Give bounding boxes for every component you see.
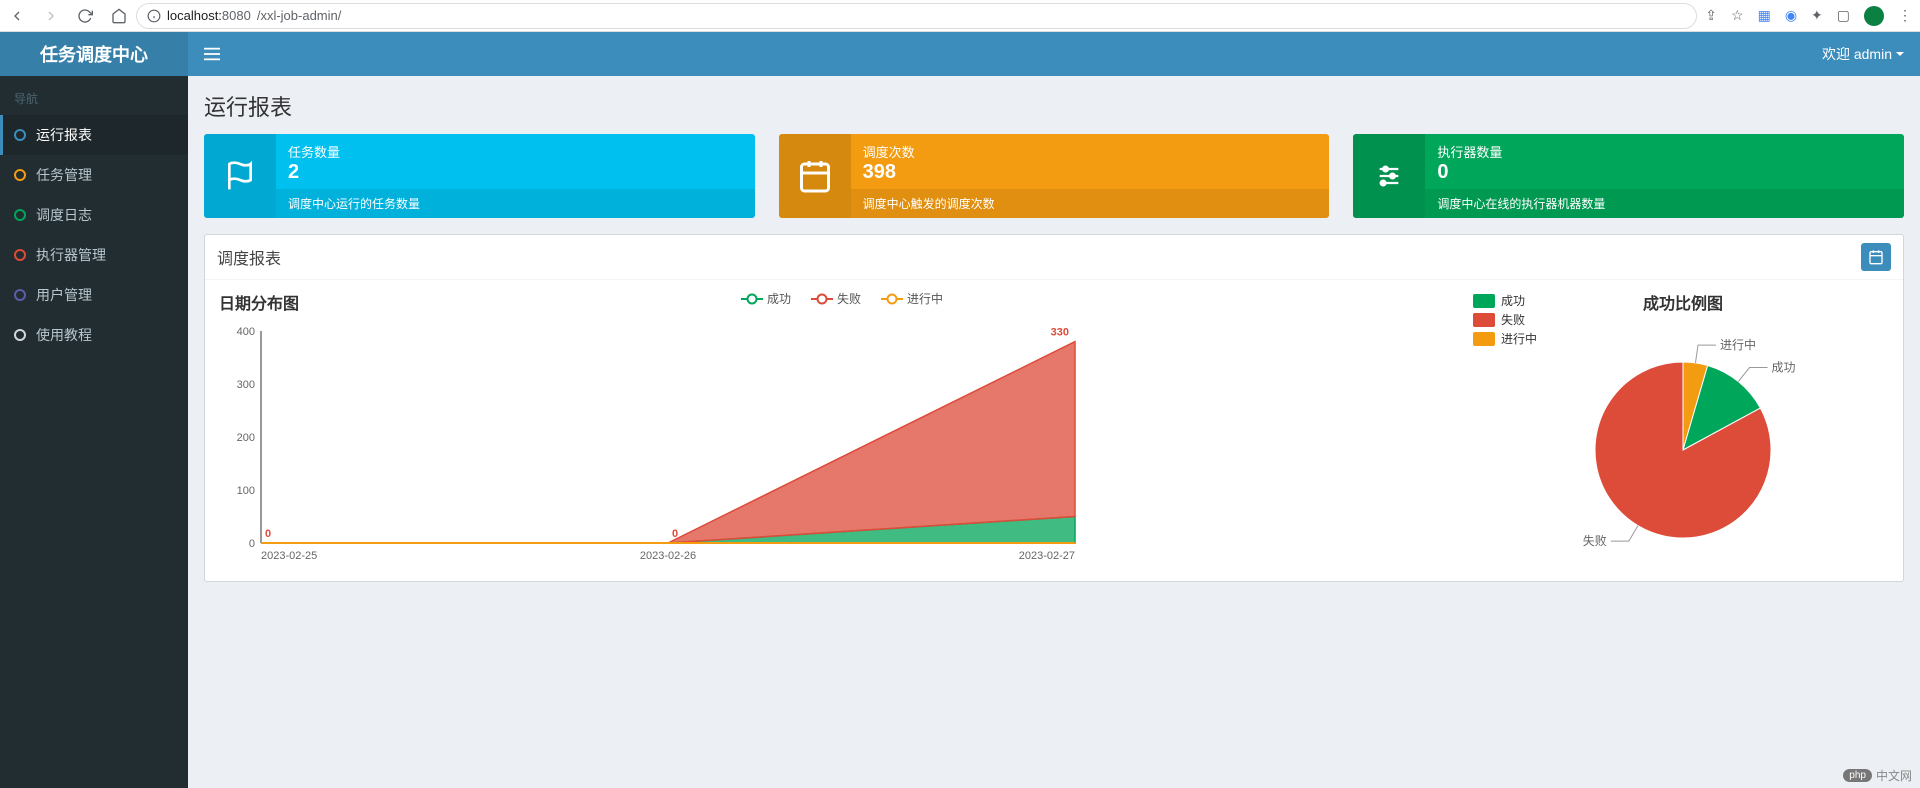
line-chart-title: 日期分布图 (211, 290, 299, 314)
sidebar-item-2[interactable]: 调度日志 (0, 195, 188, 235)
logo[interactable]: 任务调度中心 (0, 32, 188, 76)
pie-legend-fail[interactable]: 失败 (1473, 311, 1537, 328)
sidebar-item-4[interactable]: 用户管理 (0, 275, 188, 315)
info-box-2: 执行器数量 0 调度中心在线的执行器机器数量 (1353, 134, 1904, 218)
share-icon[interactable]: ⇪ (1705, 7, 1717, 24)
date-picker-button[interactable] (1861, 243, 1891, 271)
svg-text:进行中: 进行中 (1720, 337, 1756, 352)
legend-fail[interactable]: .legend-mark:nth-child(2) .legend-line::… (811, 290, 861, 307)
star-icon[interactable]: ☆ (1731, 7, 1744, 24)
url-host: localhost: (167, 8, 222, 23)
pie-legend-running[interactable]: 进行中 (1473, 330, 1537, 347)
info-box-value: 0 (1437, 161, 1892, 183)
svg-text:2023-02-25: 2023-02-25 (261, 550, 317, 562)
url-bar[interactable]: localhost:8080/xxl-job-admin/ (136, 3, 1697, 29)
legend-success[interactable]: .legend-mark:nth-child(1) .legend-line::… (741, 290, 791, 307)
apps-icon[interactable]: ▦ (1758, 7, 1771, 24)
circle-icon (14, 129, 26, 141)
info-box-desc: 调度中心运行的任务数量 (276, 189, 755, 218)
circle-icon (14, 249, 26, 261)
sidebar-toggle-icon[interactable] (204, 47, 220, 61)
kebab-icon[interactable]: ⋮ (1898, 7, 1912, 24)
sidebar-item-label: 使用教程 (36, 325, 92, 345)
browser-nav-icons (8, 7, 128, 25)
home-icon[interactable] (110, 7, 128, 25)
user-menu[interactable]: 欢迎 admin (1822, 44, 1904, 64)
svg-text:0: 0 (249, 538, 255, 550)
extension-icon[interactable]: ✦ (1811, 7, 1823, 24)
svg-text:100: 100 (237, 485, 255, 497)
info-box-icon (779, 134, 851, 218)
sidebar-item-label: 任务管理 (36, 165, 92, 185)
page-title: 运行报表 (188, 76, 1920, 134)
svg-text:失败: 失败 (1583, 533, 1607, 548)
forward-icon[interactable] (42, 7, 60, 25)
sidebar-item-1[interactable]: 任务管理 (0, 155, 188, 195)
sidebar-item-label: 运行报表 (36, 125, 92, 145)
url-port: 8080 (222, 8, 251, 23)
watermark-badge: php (1843, 769, 1872, 782)
info-box-label: 调度次数 (863, 142, 1318, 161)
back-icon[interactable] (8, 7, 26, 25)
panel-title: 调度报表 (217, 245, 281, 269)
browser-bar: localhost:8080/xxl-job-admin/ ⇪ ☆ ▦ ◉ ✦ … (0, 0, 1920, 32)
info-box-icon (204, 134, 276, 218)
sidebar-item-5[interactable]: 使用教程 (0, 315, 188, 355)
sidebar-item-0[interactable]: 运行报表 (0, 115, 188, 155)
panel-header: 调度报表 (205, 235, 1903, 280)
legend-running[interactable]: .legend-mark:nth-child(3) .legend-line::… (881, 290, 943, 307)
info-box-value: 398 (863, 161, 1318, 183)
svg-text:2023-02-27: 2023-02-27 (1019, 550, 1075, 562)
svg-text:0: 0 (265, 528, 271, 540)
sidebar-item-3[interactable]: 执行器管理 (0, 235, 188, 275)
sidebar-item-label: 执行器管理 (36, 245, 106, 265)
circle-icon (14, 209, 26, 221)
caret-down-icon (1896, 52, 1904, 56)
line-chart: 0 100 200 300 400 2023-02-25 2023-02-26 2023-02… (211, 311, 1111, 571)
sidebar-section-header: 导航 (0, 82, 188, 115)
info-box-0: 任务数量 2 调度中心运行的任务数量 (204, 134, 755, 218)
sidebar-item-label: 用户管理 (36, 285, 92, 305)
app-header: 任务调度中心 欢迎 admin (0, 32, 1920, 76)
info-box-desc: 调度中心触发的调度次数 (851, 189, 1330, 218)
svg-text:0: 0 (672, 528, 678, 540)
info-icon (147, 9, 161, 23)
info-box-label: 任务数量 (288, 142, 743, 161)
watermark-text: 中文网 (1876, 767, 1912, 784)
svg-text:400: 400 (237, 326, 255, 338)
watermark: php 中文网 (1843, 767, 1912, 784)
info-box-icon (1353, 134, 1425, 218)
info-box-label: 执行器数量 (1437, 142, 1892, 161)
sidebar: 导航 运行报表任务管理调度日志执行器管理用户管理使用教程 (0, 76, 188, 788)
svg-text:330: 330 (1051, 327, 1069, 339)
info-boxes-row: 任务数量 2 调度中心运行的任务数量 调度次数 398 调度中心触发的调度次数 … (204, 134, 1904, 218)
welcome-text: 欢迎 admin (1822, 44, 1892, 64)
browser-right-icons: ⇪ ☆ ▦ ◉ ✦ ▢ ⋮ (1705, 6, 1912, 26)
svg-text:300: 300 (237, 379, 255, 391)
profile-avatar-icon[interactable] (1864, 6, 1884, 26)
line-chart-legend: .legend-mark:nth-child(1) .legend-line::… (211, 290, 1473, 307)
circle-icon (14, 329, 26, 341)
report-panel: 调度报表 日期分布图 .legend-mark:nth-child(1) .le… (204, 234, 1904, 582)
circle-icon (14, 169, 26, 181)
wifi-icon[interactable]: ◉ (1785, 7, 1797, 24)
sidebar-item-label: 调度日志 (36, 205, 92, 225)
pie-chart-container: 成功 失败 进行中 成功比例图 进行中成功失败 (1473, 290, 1893, 571)
circle-icon (14, 289, 26, 301)
pie-legend-success[interactable]: 成功 (1473, 292, 1537, 309)
info-box-value: 2 (288, 161, 743, 183)
window-icon[interactable]: ▢ (1837, 7, 1850, 24)
pie-legend: 成功 失败 进行中 (1473, 290, 1537, 349)
info-box-1: 调度次数 398 调度中心触发的调度次数 (779, 134, 1330, 218)
line-chart-container: 日期分布图 .legend-mark:nth-child(1) .legend-… (211, 290, 1473, 571)
reload-icon[interactable] (76, 7, 94, 25)
svg-text:成功: 成功 (1772, 360, 1796, 374)
info-box-desc: 调度中心在线的执行器机器数量 (1425, 189, 1904, 218)
pie-chart: 进行中成功失败 (1473, 320, 1893, 560)
main-content: 运行报表 任务数量 2 调度中心运行的任务数量 调度次数 398 调度中心触发的… (188, 76, 1920, 788)
svg-text:2023-02-26: 2023-02-26 (640, 550, 696, 562)
svg-text:200: 200 (237, 432, 255, 444)
url-path: /xxl-job-admin/ (257, 8, 342, 23)
